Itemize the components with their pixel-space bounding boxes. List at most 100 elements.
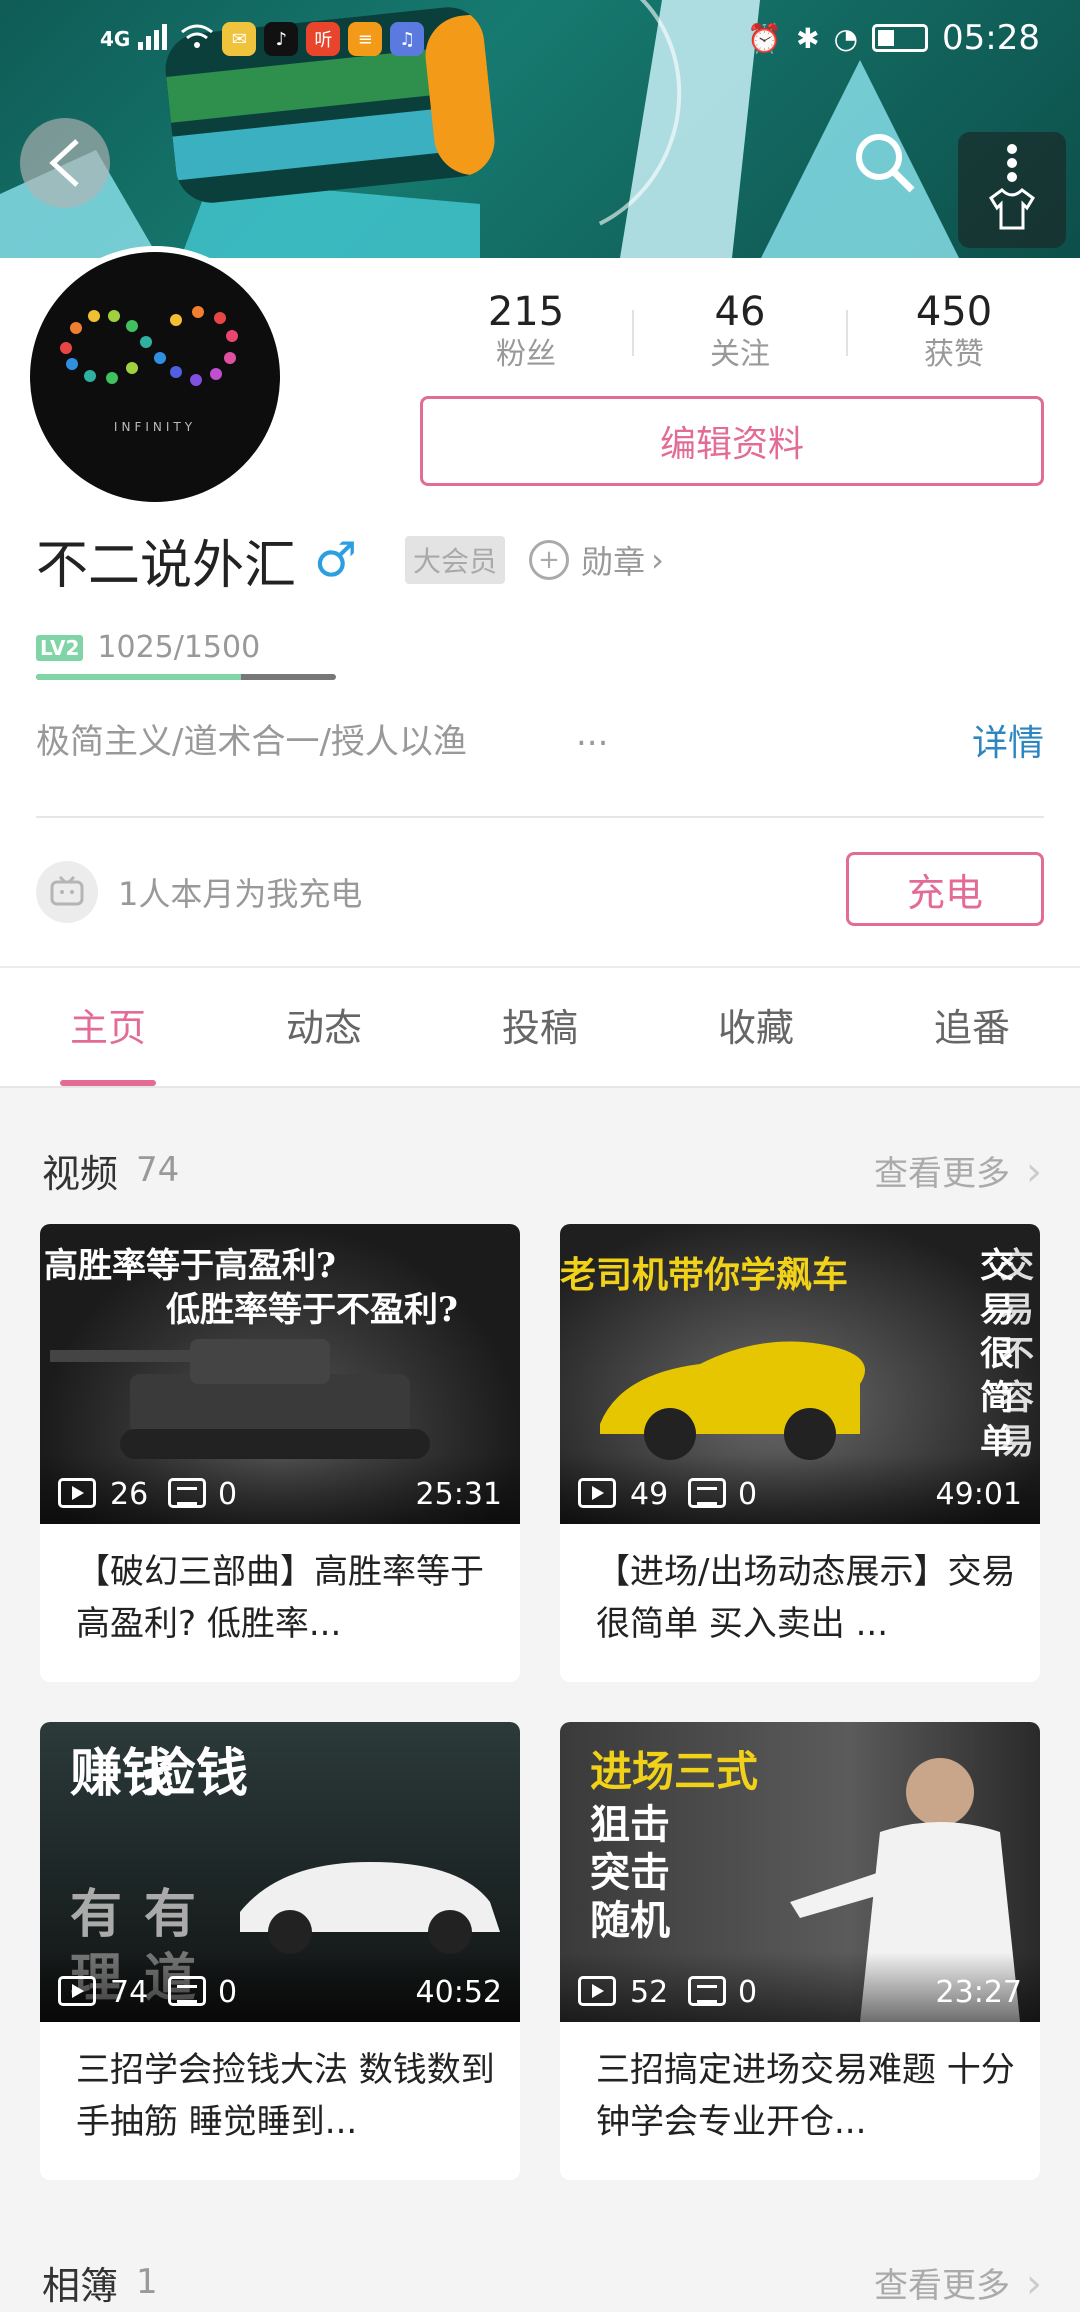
medal-plus-icon[interactable]: + [529, 540, 570, 580]
more-menu-button[interactable] [958, 132, 1066, 248]
thumb-caption: 随机 [590, 1897, 670, 1944]
video-duration: 23:27 [935, 1975, 1022, 2010]
video-duration: 25:31 [415, 1477, 502, 1512]
danmaku-count: 0 [738, 1975, 758, 2010]
wifi-icon [180, 20, 214, 58]
name-row: 不二说外汇 ♂ 大会员 + 勋章 › [36, 530, 664, 596]
danmaku-icon [688, 1478, 726, 1508]
tiktok-app-icon: ♪ [264, 22, 299, 56]
video-meta-bar: 49 0 49:01 [560, 1454, 1040, 1524]
album-section-title: 相簿 [42, 2263, 119, 2308]
username: 不二说外汇 [36, 535, 297, 596]
stat-label: 获赞 [924, 337, 984, 372]
danmaku-count: 0 [218, 1975, 238, 2010]
video-duration: 49:01 [935, 1477, 1022, 1512]
video-card[interactable]: 赚钱 捡钱 有 有 理 道 74 0 40:52 三招学会捡钱大法 数钱数到手抽… [40, 1722, 520, 2180]
shirt-icon [989, 188, 1035, 230]
stat-likes[interactable]: 450 获赞 [848, 288, 1060, 378]
album-section-header: 相簿 1 查看更多 › [42, 2252, 1042, 2312]
charge-row: 1人本月为我充电 充电 [36, 852, 1044, 928]
music-app-icon: ♫ [390, 22, 425, 56]
play-count-icon [58, 1478, 96, 1508]
edit-profile-button[interactable]: 编辑资料 [420, 396, 1044, 486]
video-title: 【进场/出场动态展示】交易很简单 买入卖出 ... [596, 1552, 1016, 1644]
play-count: 49 [630, 1477, 669, 1512]
tab-dynamics[interactable]: 动态 [216, 968, 432, 1086]
profile-stats: 215 粉丝 46 关注 450 获赞 [420, 288, 1060, 378]
videos-section-header: 视频 74 查看更多 › [42, 1140, 1042, 1200]
video-thumbnail: 赚钱 捡钱 有 有 理 道 74 0 40:52 [40, 1722, 520, 2022]
tab-submissions[interactable]: 投稿 [432, 968, 648, 1086]
danmaku-icon [168, 1976, 206, 2006]
album-more-link[interactable]: 查看更多 › [874, 2258, 1042, 2307]
infinity-logo: INFINITY [30, 252, 280, 502]
videos-more-link[interactable]: 查看更多 › [874, 1146, 1042, 1195]
album-count: 1 [136, 2262, 158, 2302]
level-progress-text: 1025/1500 [97, 630, 261, 665]
alarm-icon: ⏰ [747, 21, 783, 55]
play-count-icon [578, 1478, 616, 1508]
vip-badge[interactable]: 大会员 [405, 536, 506, 584]
stat-following[interactable]: 46 关注 [634, 288, 846, 378]
thumb-caption: 低胜率等于不盈利? [166, 1290, 458, 1330]
danmaku-count: 0 [218, 1477, 238, 1512]
battery-icon [872, 24, 929, 52]
tab-favorites[interactable]: 收藏 [648, 968, 864, 1086]
thumb-caption: 进场三式 [590, 1747, 759, 1796]
thumb-caption: 交易不容易 [1000, 1246, 1034, 1462]
stat-label: 粉丝 [496, 337, 556, 372]
video-title: 【破幻三部曲】高胜率等于高盈利? 低胜率... [76, 1552, 484, 1644]
listen-app-icon: 听 [306, 22, 341, 56]
thumb-caption: 捡钱 [144, 1743, 249, 1804]
medal-link[interactable]: 勋章 [581, 537, 645, 583]
charge-button[interactable]: 充电 [846, 852, 1044, 926]
stat-value: 450 [915, 289, 993, 335]
chevron-right-icon: › [1026, 1148, 1042, 1195]
video-card[interactable]: 进场三式 狙击 突击 随机 52 0 23:27 三招搞定进场交易难题 十分钟学… [560, 1722, 1040, 2180]
search-button[interactable] [840, 118, 930, 208]
danmaku-count: 0 [738, 1477, 758, 1512]
level-progress-bar [36, 674, 336, 680]
avatar[interactable]: INFINITY [24, 246, 286, 508]
bluetooth-icon: ✱ [796, 21, 820, 55]
video-duration: 40:52 [415, 1975, 502, 2010]
network-indicator: 4G [100, 27, 131, 51]
video-thumbnail: 高胜率等于高盈利? 低胜率等于不盈利? 26 0 25:31 [40, 1224, 520, 1524]
video-card[interactable]: 高胜率等于高盈利? 低胜率等于不盈利? 26 0 25:31 【破幻三部曲】高胜… [40, 1224, 520, 1682]
video-thumbnail: 老司机带你学飙车 交易很简单 交易不容易 49 0 49:01 [560, 1224, 1040, 1524]
thumb-caption: 高胜率等于高盈利? [44, 1246, 336, 1286]
more-label: 查看更多 [874, 1153, 1010, 1194]
play-count: 26 [110, 1477, 149, 1512]
video-title: 三招学会捡钱大法 数钱数到手抽筋 睡觉睡到... [76, 2050, 495, 2142]
tab-home[interactable]: 主页 [0, 968, 216, 1086]
videos-section-title: 视频 [42, 1151, 119, 1196]
search-icon [856, 134, 915, 193]
tv-mascot-icon [36, 861, 98, 923]
thumb-caption: 老司机带你学飙车 [560, 1254, 849, 1296]
charge-count-text: 1人本月为我充电 [118, 875, 363, 913]
bio-detail-link[interactable]: 详情 [972, 714, 1044, 766]
doc-app-icon: ≡ [348, 22, 383, 56]
danmaku-icon [688, 1976, 726, 2006]
speed-icon: ◔ [833, 21, 859, 55]
chevron-left-icon [49, 139, 79, 187]
profile-info-card: INFINITY 215 粉丝 46 关注 450 获赞 编辑资料 不二说外汇 … [0, 246, 1080, 966]
tab-bangumi[interactable]: 追番 [864, 968, 1080, 1086]
play-count-icon [578, 1976, 616, 2006]
status-bar-left: 4G ✉ ♪ 听 ≡ ♫ [100, 20, 425, 58]
back-button[interactable] [20, 118, 110, 208]
more-label: 查看更多 [874, 2265, 1010, 2306]
mail-app-icon: ✉ [222, 22, 257, 56]
video-card[interactable]: 老司机带你学飙车 交易很简单 交易不容易 49 0 49:01 【进场/出场动态… [560, 1224, 1040, 1682]
clock: 05:28 [942, 18, 1040, 58]
video-thumbnail: 进场三式 狙击 突击 随机 52 0 23:27 [560, 1722, 1040, 2022]
stat-value: 46 [714, 289, 766, 335]
chevron-right-icon: › [1026, 2260, 1042, 2307]
stat-fans[interactable]: 215 粉丝 [420, 288, 632, 378]
video-meta-bar: 26 0 25:31 [40, 1454, 520, 1524]
chevron-right-icon: › [651, 541, 664, 579]
signal-icon [138, 20, 172, 58]
bio-ellipsis: ... [576, 714, 609, 754]
gender-male-icon: ♂ [314, 532, 358, 588]
video-title: 三招搞定进场交易难题 十分钟学会专业开仓... [596, 2050, 1015, 2142]
